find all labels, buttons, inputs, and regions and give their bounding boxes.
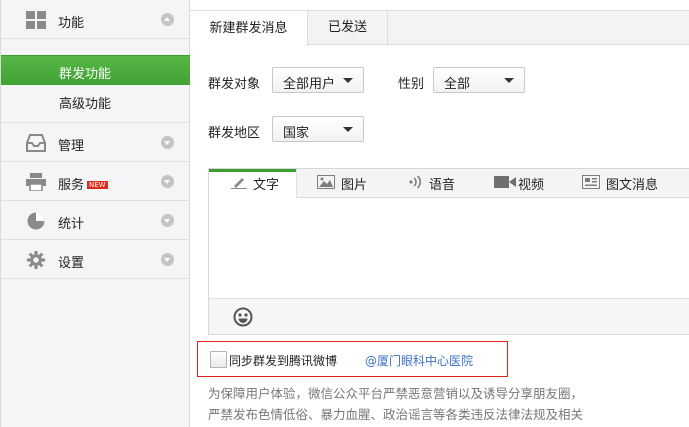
sidebar-item-label: 功能	[58, 16, 85, 31]
sidebar-subitem-mass-send[interactable]: 群发功能	[1, 55, 190, 85]
sidebar: 功能 群发功能 高级功能 管理 服务 NEW 统计 设置	[0, 0, 190, 427]
target-select-value: 全部用户	[283, 77, 336, 92]
sidebar-item-function[interactable]: 功能	[1, 0, 189, 39]
new-badge: NEW	[87, 181, 108, 189]
pencil-icon	[231, 175, 247, 193]
message-textarea[interactable]	[209, 198, 689, 298]
voice-icon	[409, 174, 423, 193]
notice-line-2: 严禁发布色情低俗、暴力血腥、政治谣言等各类违反法律法规及相关	[208, 407, 584, 422]
region-label: 群发地区	[208, 126, 261, 141]
sidebar-subitem-advanced[interactable]: 高级功能	[1, 86, 190, 116]
editor-tab-text[interactable]: 文字	[209, 169, 297, 198]
editor-tabs: 文字 图片 语音 视频 图文消息	[209, 169, 689, 198]
sidebar-item-label: 统计	[58, 217, 85, 232]
chevron-down-icon[interactable]	[161, 253, 174, 266]
pie-chart-icon	[26, 212, 46, 230]
chevron-down-icon[interactable]	[161, 136, 174, 149]
sidebar-item-manage[interactable]: 管理	[1, 123, 190, 162]
sidebar-subitem-label: 群发功能	[59, 67, 112, 82]
weibo-account-link[interactable]: @厦门眼科中心医院	[365, 352, 473, 369]
editor-tab-voice[interactable]: 语音	[409, 169, 455, 198]
sync-weibo-label: 同步群发到腾讯微博	[229, 354, 338, 368]
sidebar-item-settings[interactable]: 设置	[1, 240, 190, 279]
tab-new-mass-message[interactable]: 新建群发消息	[190, 10, 308, 46]
caret-down-icon	[343, 127, 353, 132]
sync-weibo-box: 同步群发到腾讯微博 @厦门眼科中心医院	[197, 341, 508, 377]
editor-tab-label: 图片	[341, 178, 368, 193]
image-icon	[317, 174, 335, 193]
editor-tab-label: 文字	[253, 178, 280, 193]
chevron-down-icon[interactable]	[161, 175, 174, 188]
caret-down-icon	[343, 78, 353, 83]
gender-select[interactable]: 全部	[433, 67, 525, 93]
sidebar-item-label: 管理	[58, 139, 85, 154]
target-label: 群发对象	[208, 77, 261, 92]
sidebar-item-stats[interactable]: 统计	[1, 201, 190, 240]
gender-label: 性别	[398, 77, 425, 92]
notice-line-1: 为保障用户体验，微信公众平台严禁恶意营销以及诱导分享朋友圈，	[208, 386, 584, 401]
tab-sent[interactable]: 已发送	[308, 10, 388, 46]
sync-weibo-checkbox[interactable]	[210, 351, 227, 368]
grid-icon	[26, 11, 46, 29]
target-select[interactable]: 全部用户	[272, 67, 364, 93]
editor-tab-label: 语音	[429, 178, 456, 193]
gender-select-value: 全部	[444, 77, 471, 92]
news-icon	[582, 174, 600, 193]
sidebar-item-label: 设置	[58, 256, 85, 271]
editor-tab-label: 视频	[518, 178, 545, 193]
editor-toolbar	[209, 298, 689, 334]
chevron-down-icon[interactable]	[161, 214, 174, 227]
message-editor: 文字 图片 语音 视频 图文消息	[208, 168, 689, 335]
inbox-icon	[26, 134, 46, 152]
smiley-icon[interactable]	[233, 307, 253, 330]
tab-bar: 新建群发消息 已发送	[190, 10, 689, 46]
editor-tab-label: 图文消息	[606, 178, 659, 193]
sidebar-item-service[interactable]: 服务 NEW	[1, 162, 190, 201]
editor-tab-news[interactable]: 图文消息	[582, 169, 658, 198]
region-select-value: 国家	[283, 126, 310, 141]
video-icon	[494, 175, 516, 193]
printer-icon	[26, 173, 46, 192]
sidebar-item-label: 服务 NEW	[58, 178, 108, 193]
caret-down-icon	[504, 78, 514, 83]
chevron-up-icon[interactable]	[161, 13, 174, 26]
sidebar-subitem-label: 高级功能	[59, 97, 112, 112]
region-select[interactable]: 国家	[272, 116, 364, 142]
gear-icon	[26, 251, 46, 269]
editor-tab-image[interactable]: 图片	[317, 169, 367, 198]
editor-tab-video[interactable]: 视频	[494, 169, 544, 198]
